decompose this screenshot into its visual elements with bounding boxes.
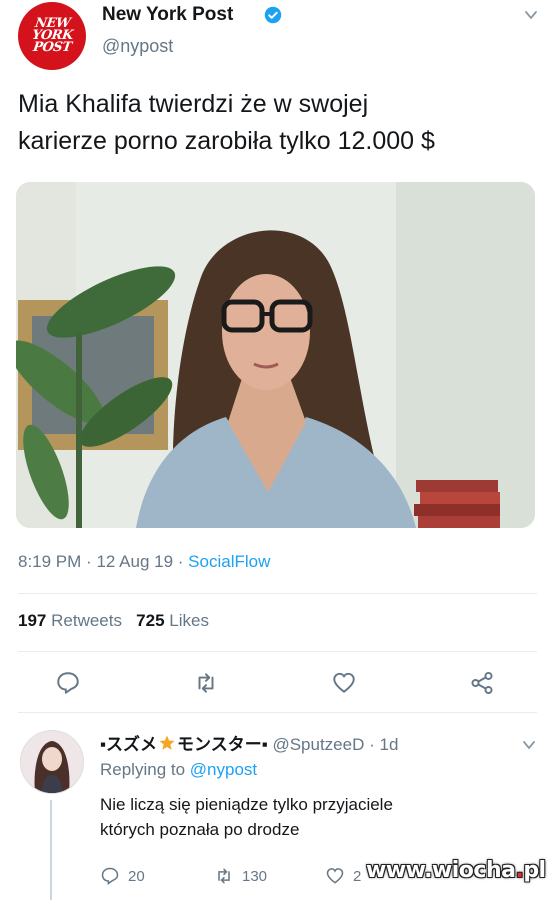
reply-display-name-2[interactable]: モンスター▪ [177,735,268,754]
reply-age: 1d [379,735,399,754]
divider [18,593,537,594]
tweet-header: NEW YORK POST New York Post @nypost [18,0,538,75]
reply-icon[interactable] [55,670,81,696]
divider [18,651,537,652]
reply-icon [101,867,119,885]
account-handle[interactable]: @nypost [102,36,173,57]
tweet-timestamp: 8:19 PM · 12 Aug 19 · SocialFlow [18,552,270,572]
reply-avatar[interactable] [20,730,84,794]
photo-illustration [16,182,535,528]
reply-text-line-2: których poznała po drodze [100,820,300,839]
chevron-down-icon[interactable] [524,8,538,22]
likes-count[interactable]: 725 [136,611,164,630]
nypost-avatar[interactable]: NEW YORK POST [18,2,86,70]
like-heart-icon [326,868,344,884]
separator: · [177,552,184,571]
thread-line [50,800,52,900]
reply-text-line-1: Nie liczą się pieniądze tylko przyjaciel… [100,795,393,814]
watermark: www.wiocha.pl [366,858,546,883]
tweet-source-link[interactable]: SocialFlow [188,552,270,571]
logo-line-post: POST [31,40,73,55]
reply-retweet-action[interactable]: 130 [214,866,267,886]
divider [18,712,537,713]
reply-text: Nie liczą się pieniądze tylko przyjaciel… [100,792,510,842]
watermark-main: www.wiocha [366,858,516,883]
retweet-icon[interactable] [193,670,219,696]
reply-avatar-illustration [21,731,83,793]
reply-like-action[interactable]: 2 [325,866,361,886]
reply-handle[interactable]: @SputzeeD [272,735,364,754]
tweet-stats: 197 Retweets 725 Likes [18,611,209,631]
tweet-text-line-2: karierze porno zarobiła tylko 12.000 $ [18,127,435,155]
tweet-date[interactable]: 12 Aug 19 [96,552,173,571]
retweets-label[interactable]: Retweets [51,611,122,630]
replying-to-mention[interactable]: @nypost [190,760,257,779]
reply-reply-action[interactable]: 20 [100,866,145,886]
like-count: 2 [353,867,362,885]
replying-to: Replying to @nypost [100,760,257,780]
reply-display-name[interactable]: ▪スズメ [100,735,157,754]
verified-badge-icon [264,6,282,24]
likes-label[interactable]: Likes [169,611,209,630]
like-heart-icon[interactable] [331,670,357,696]
reply-author[interactable]: ▪スズメ モンスター▪ @SputzeeD · 1d [100,730,398,755]
retweets-count[interactable]: 197 [18,611,46,630]
tweet-text-line-1: Mia Khalifa twierdzi że w swojej [18,90,369,118]
star-emoji-icon [159,735,175,750]
reply-count: 20 [128,867,145,885]
retweet-icon [218,868,230,884]
tweet-text: Mia Khalifa twierdzi że w swojej karierz… [18,86,538,160]
watermark-tld: pl [523,858,546,883]
share-icon[interactable] [469,670,495,696]
separator: · [369,735,375,754]
account-name[interactable]: New York Post [102,4,233,26]
chevron-down-icon[interactable] [522,738,536,752]
replying-to-prefix: Replying to [100,760,186,779]
tweet-media-photo[interactable] [16,182,535,528]
tweet-time[interactable]: 8:19 PM [18,552,81,571]
separator: · [86,552,92,571]
retweet-count: 130 [242,867,268,885]
